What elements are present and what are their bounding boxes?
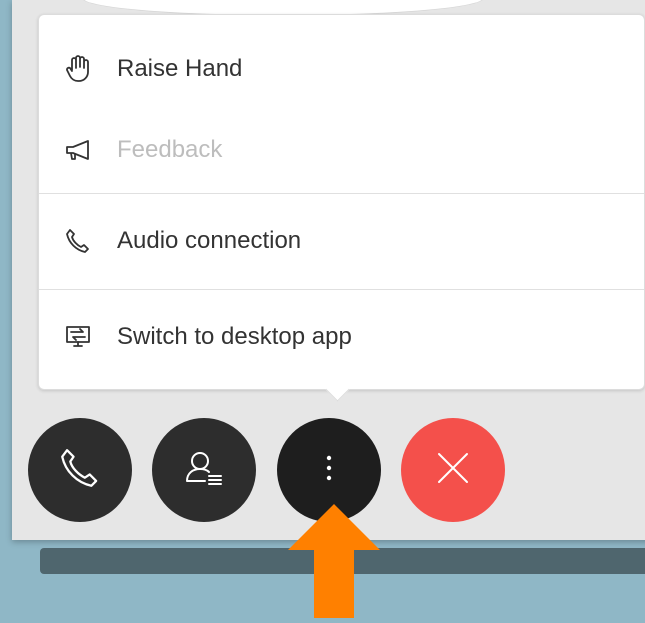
menu-item-label: Audio connection — [117, 227, 302, 254]
menu-divider — [39, 289, 644, 290]
menu-item-raise-hand[interactable]: Raise Hand — [39, 29, 644, 109]
hand-icon — [63, 54, 93, 84]
menu-item-label: Switch to desktop app — [117, 323, 352, 350]
menu-divider — [39, 193, 644, 194]
menu-item-label: Feedback — [117, 136, 223, 163]
meeting-panel: Raise Hand Feedback Audio connection Swi… — [12, 0, 645, 540]
more-vertical-icon — [324, 453, 334, 488]
menu-item-label: Raise Hand — [117, 55, 243, 82]
leave-meeting-button[interactable] — [401, 418, 505, 522]
phone-icon — [63, 226, 93, 256]
menu-item-audio-connection[interactable]: Audio connection — [39, 195, 644, 287]
up-arrow-icon — [284, 504, 384, 623]
audio-button[interactable] — [28, 418, 132, 522]
close-icon — [435, 450, 471, 491]
participants-button[interactable] — [152, 418, 256, 522]
menu-item-feedback[interactable]: Feedback — [39, 109, 644, 191]
participants-icon — [183, 447, 225, 494]
phone-icon — [59, 447, 101, 494]
overflow-menu: Raise Hand Feedback Audio connection Swi… — [38, 14, 645, 390]
desktop-app-icon — [63, 322, 93, 352]
megaphone-icon — [63, 135, 93, 165]
menu-item-switch-desktop[interactable]: Switch to desktop app — [39, 291, 644, 383]
